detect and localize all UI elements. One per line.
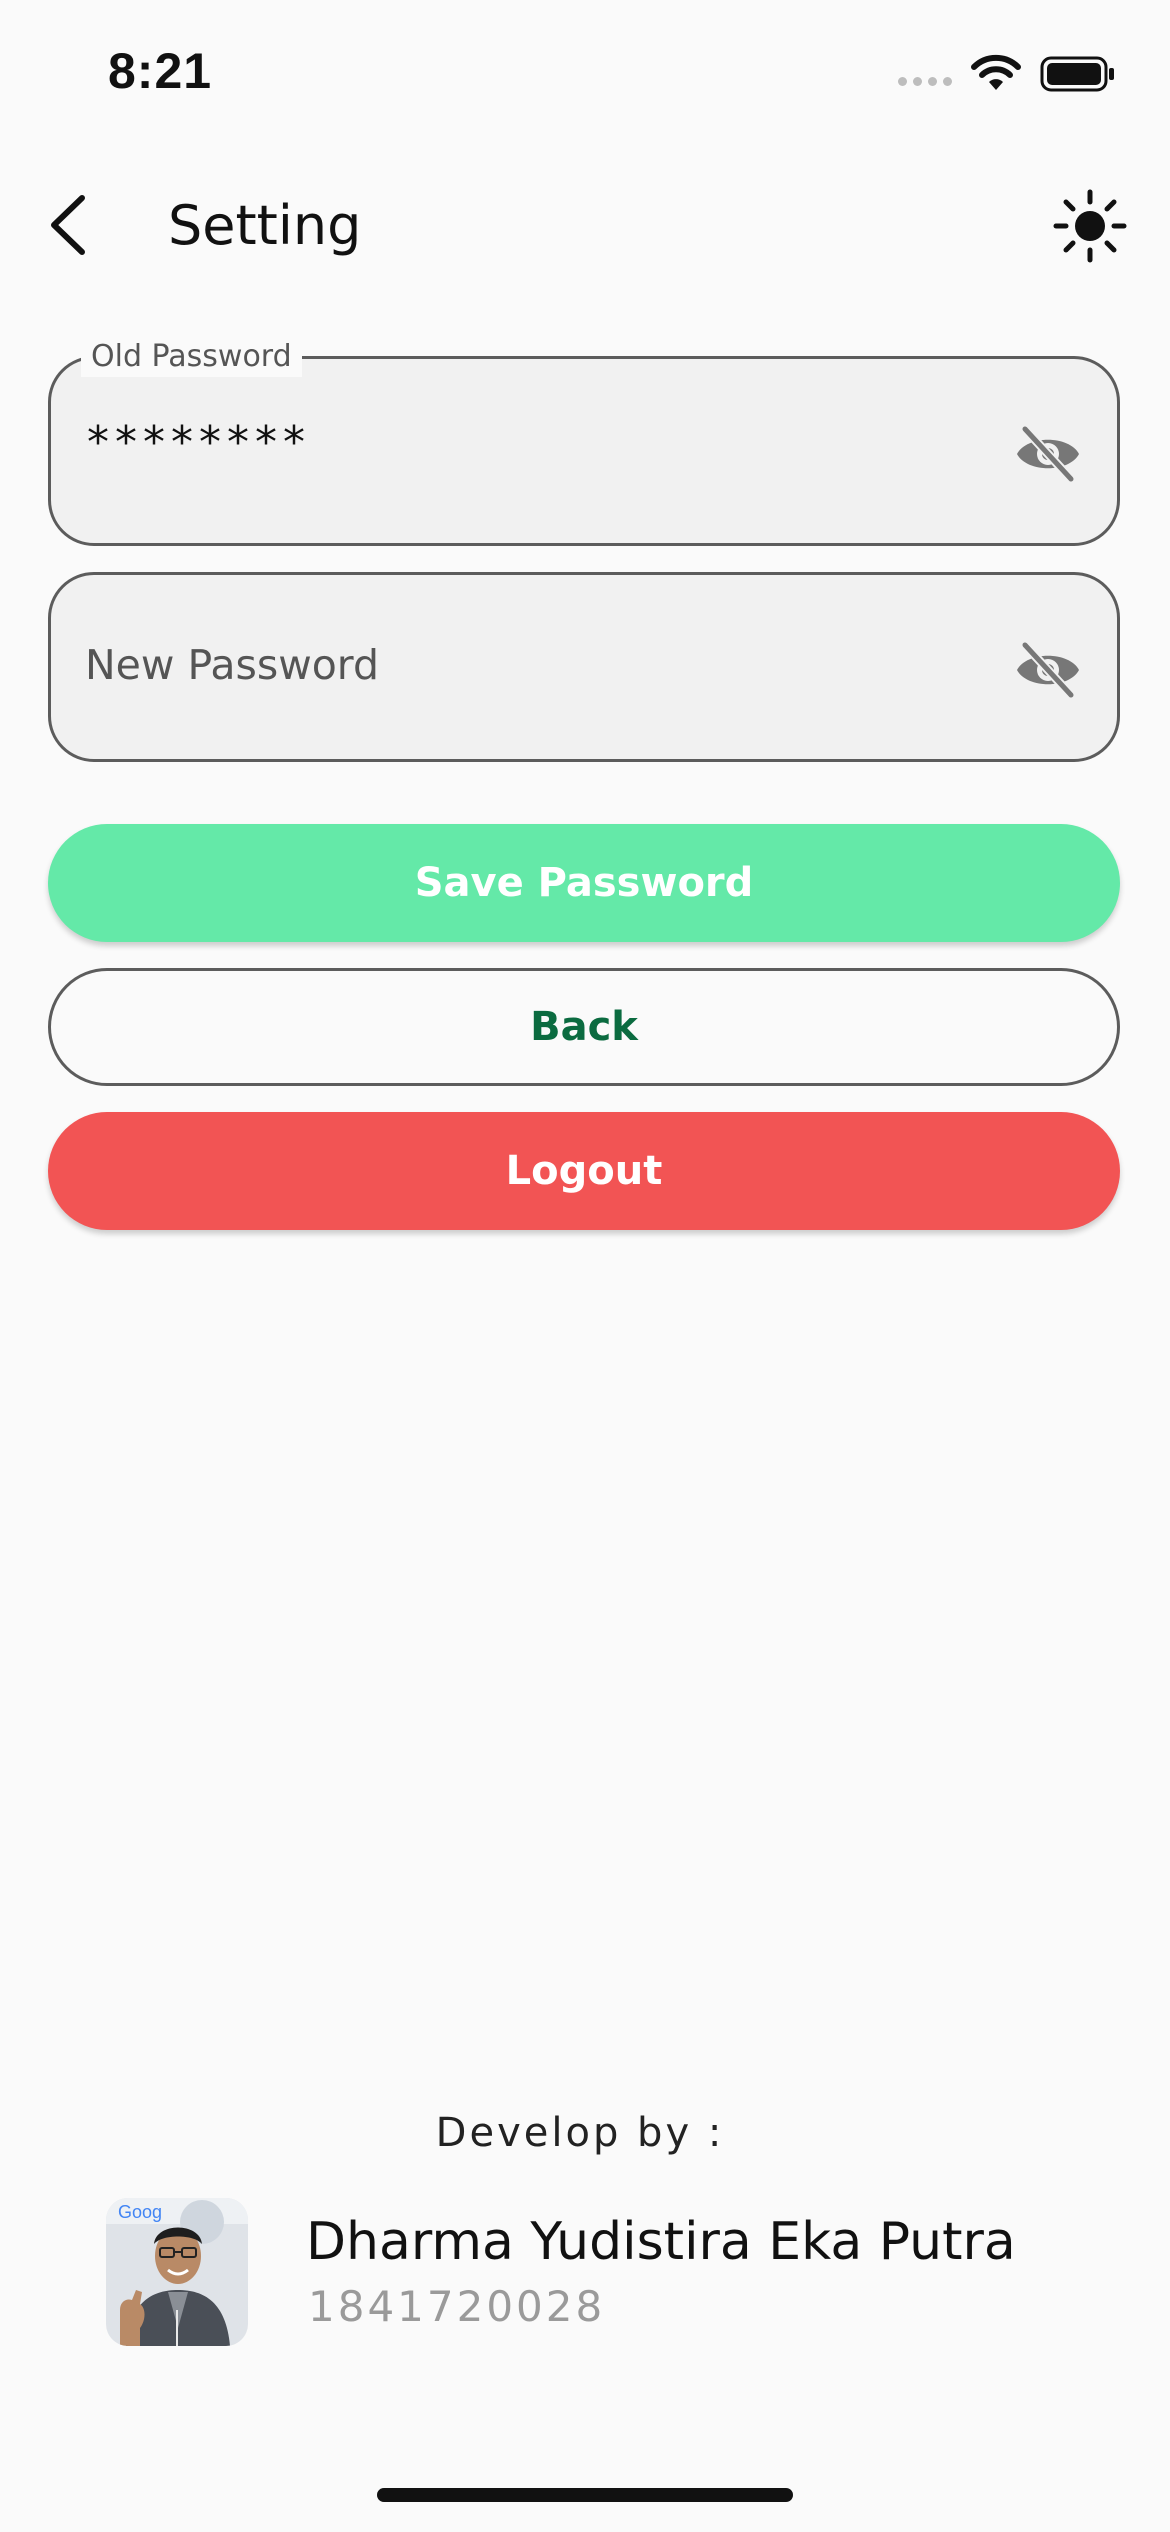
- status-icons: [898, 54, 1116, 94]
- battery-icon: [1040, 56, 1114, 92]
- old-password-value[interactable]: ********: [87, 417, 311, 468]
- old-password-field[interactable]: Old Password ********: [48, 337, 1120, 546]
- svg-text:Goog: Goog: [118, 2202, 162, 2222]
- app-bar: Setting: [0, 170, 1170, 280]
- status-bar: 8:21: [0, 0, 1170, 150]
- home-indicator[interactable]: [377, 2488, 793, 2502]
- new-password-placeholder: New Password: [85, 641, 379, 689]
- back-button[interactable]: Back: [48, 968, 1120, 1086]
- developer-id: 1841720028: [308, 2282, 606, 2331]
- back-chevron-icon[interactable]: [40, 190, 100, 260]
- eye-off-icon[interactable]: [1013, 419, 1083, 489]
- developer-name: Dharma Yudistira Eka Putra: [306, 2212, 1016, 2272]
- old-password-label: Old Password: [81, 337, 302, 377]
- logout-button[interactable]: Logout: [48, 1112, 1120, 1230]
- page-title: Setting: [168, 194, 362, 257]
- developer-label: Develop by :: [435, 2110, 725, 2156]
- cellular-signal-icon: [898, 76, 952, 86]
- new-password-field[interactable]: New Password: [48, 572, 1120, 762]
- eye-off-icon[interactable]: [1013, 635, 1083, 705]
- save-password-button[interactable]: Save Password: [48, 824, 1120, 942]
- avatar: Goog: [106, 2198, 248, 2346]
- wifi-icon: [971, 54, 1021, 90]
- sun-icon[interactable]: [1050, 186, 1130, 266]
- status-time: 8:21: [108, 43, 213, 99]
